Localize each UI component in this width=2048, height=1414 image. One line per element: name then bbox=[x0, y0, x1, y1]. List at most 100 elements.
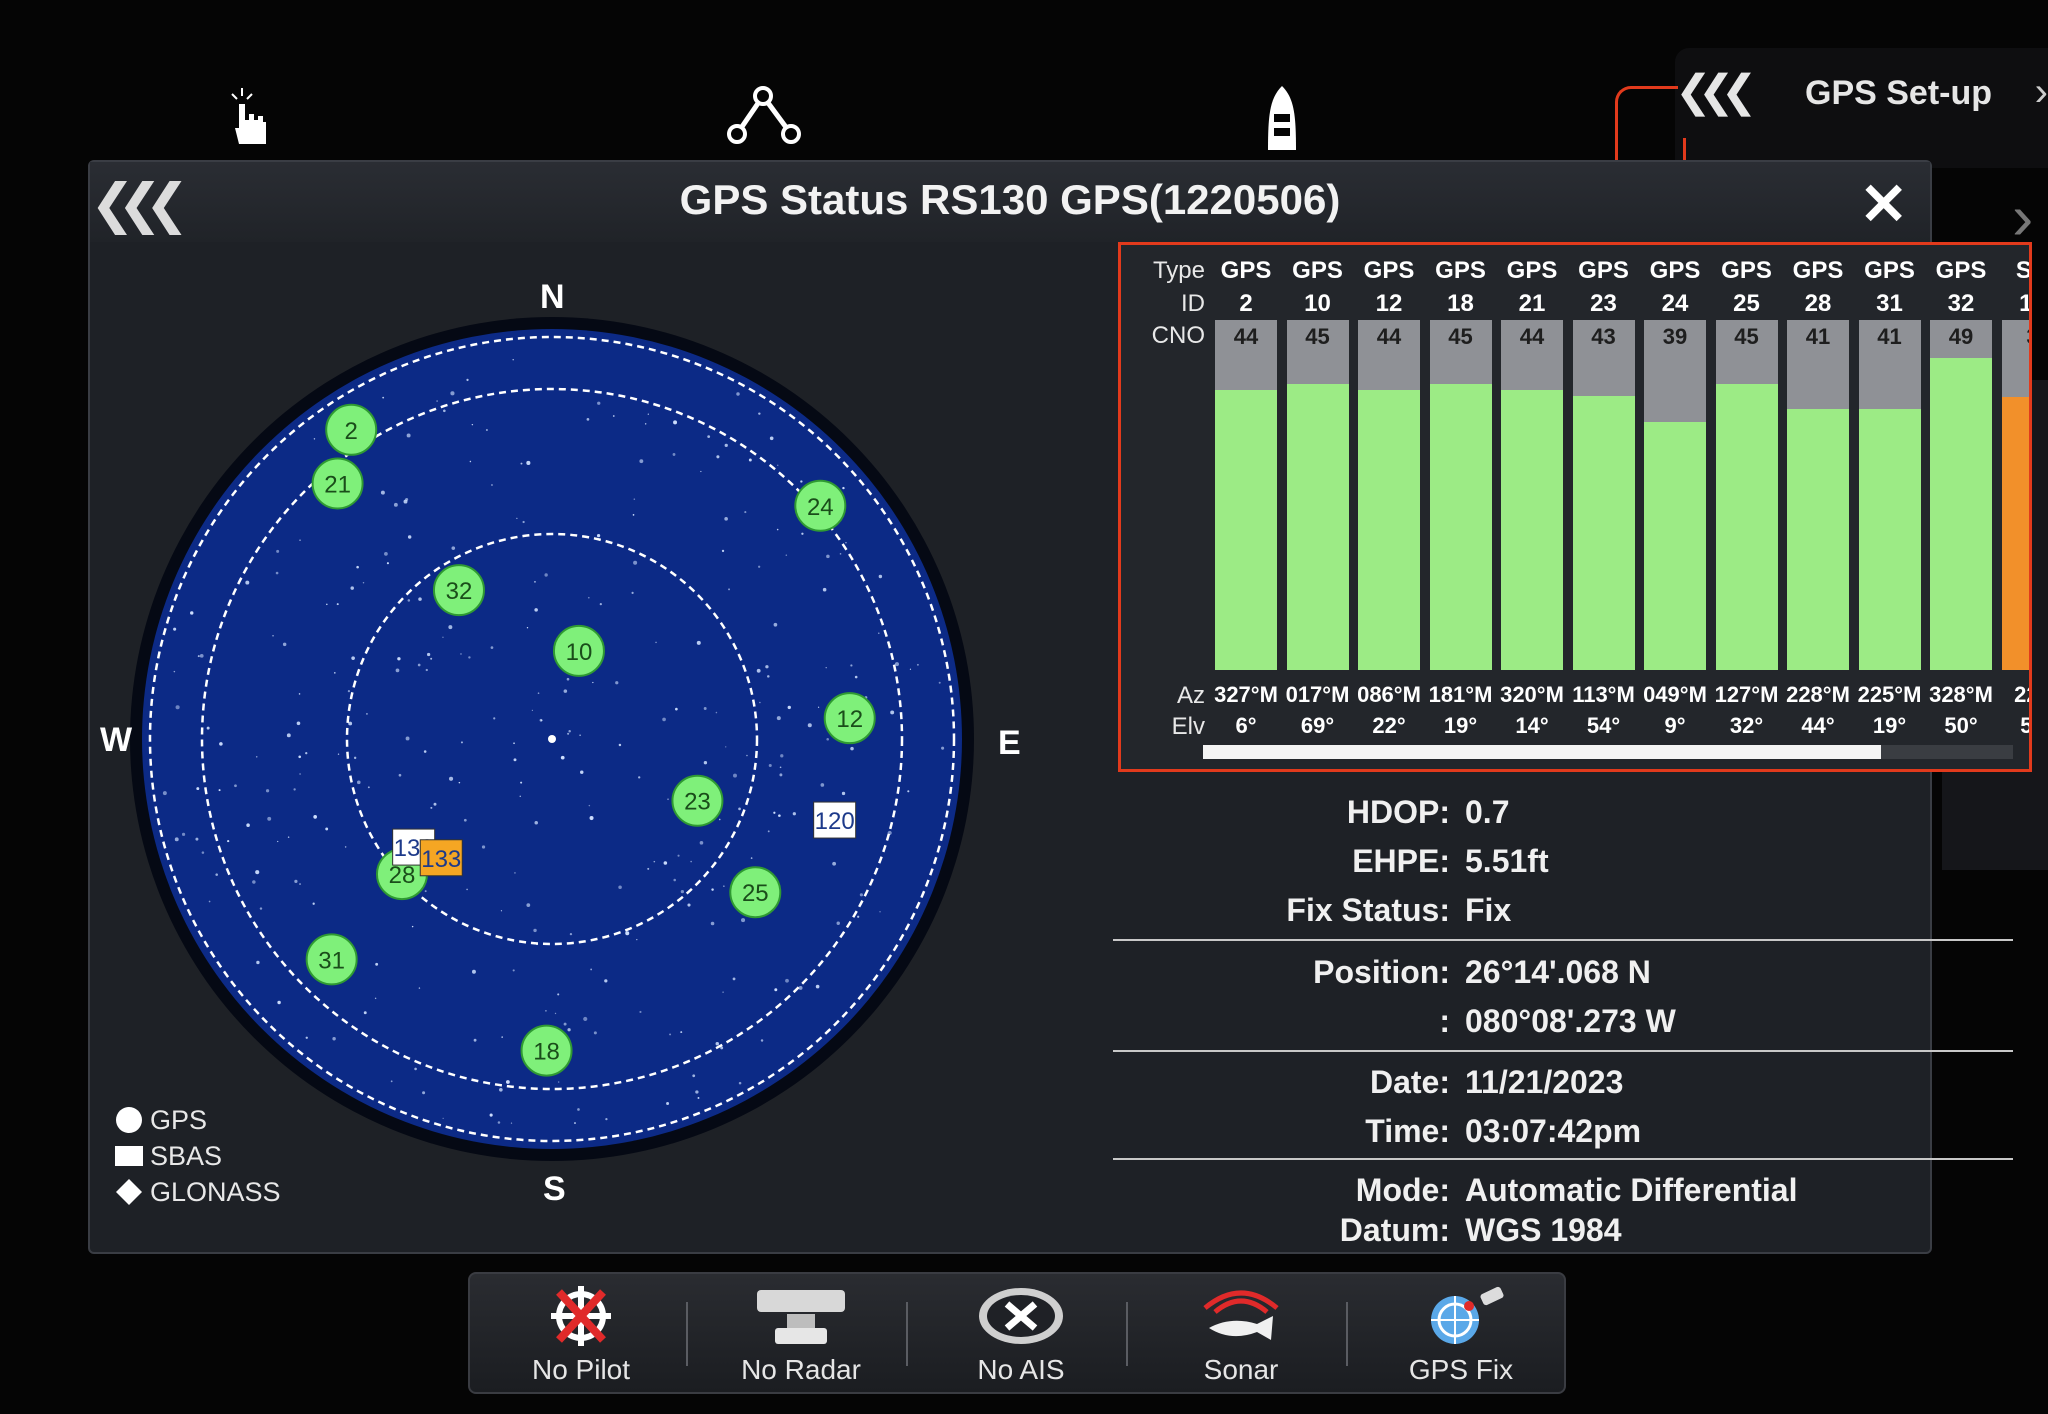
satellite-25[interactable]: 25 bbox=[729, 866, 782, 919]
sonar-button[interactable]: Sonar bbox=[1136, 1274, 1346, 1392]
star-dot bbox=[655, 641, 657, 644]
satellite-120[interactable]: 120 bbox=[813, 801, 857, 839]
star-dot bbox=[832, 861, 837, 866]
star-dot bbox=[471, 423, 474, 426]
star-dot bbox=[305, 752, 308, 755]
star-dot bbox=[596, 534, 601, 538]
satellite-24[interactable]: 24 bbox=[794, 479, 847, 532]
star-dot bbox=[859, 893, 863, 897]
star-dot bbox=[618, 743, 622, 747]
star-dot bbox=[245, 580, 250, 585]
azimuth-value: 017°M bbox=[1285, 682, 1350, 707]
satellite-12[interactable]: 12 bbox=[823, 692, 876, 745]
horizontal-scrollbar[interactable] bbox=[1203, 745, 2013, 759]
ehpe-row: EHPE: 5.51ft bbox=[1110, 843, 2010, 889]
star-dot bbox=[471, 969, 476, 974]
satellite-18[interactable]: 18 bbox=[520, 1024, 573, 1077]
ehpe-value: 5.51ft bbox=[1465, 843, 1549, 879]
satellite-23[interactable]: 23 bbox=[671, 774, 724, 827]
star-dot bbox=[560, 755, 565, 760]
star-dot bbox=[332, 1037, 336, 1041]
satellite-31[interactable]: 31 bbox=[305, 933, 358, 986]
star-dot bbox=[703, 707, 707, 710]
gps-setup-tab[interactable]: ❮❮❮ GPS Set-up › bbox=[1675, 48, 2048, 168]
divider bbox=[1113, 1050, 2013, 1052]
star-dot bbox=[779, 773, 783, 777]
star-dot bbox=[690, 860, 692, 863]
satellite-2[interactable]: 2 bbox=[325, 403, 378, 456]
chevron-right-icon[interactable]: › bbox=[2035, 70, 2048, 115]
star-dot bbox=[466, 888, 468, 891]
cno-value: 41 bbox=[1877, 324, 1902, 349]
close-icon[interactable]: ✕ bbox=[1859, 170, 1908, 238]
boat-icon[interactable] bbox=[1266, 84, 1298, 154]
star-dot bbox=[265, 789, 270, 793]
no-ais-button[interactable]: No AIS bbox=[916, 1274, 1126, 1392]
star-dot bbox=[767, 675, 770, 678]
star-dot bbox=[728, 588, 731, 591]
star-dot bbox=[430, 657, 433, 660]
satellite-id-label: 25 bbox=[742, 880, 769, 907]
star-dot bbox=[758, 565, 761, 568]
gps-fix-button[interactable]: GPS Fix bbox=[1356, 1274, 1566, 1392]
star-dot bbox=[736, 392, 740, 396]
star-dot bbox=[424, 890, 427, 893]
star-dot bbox=[500, 910, 503, 912]
time-value: 03:07:42pm bbox=[1465, 1113, 1642, 1149]
signal-strength-panel[interactable]: Type ID CNO Az Elv GPS 2 44 327°M 6° GPS 10 45 0… bbox=[1118, 242, 2032, 772]
elevation-value: 9° bbox=[1664, 713, 1686, 738]
star-dot bbox=[382, 396, 385, 399]
satellite-21[interactable]: 21 bbox=[311, 457, 364, 510]
star-dot bbox=[522, 520, 525, 524]
hdop-label: HDOP: bbox=[1346, 794, 1450, 830]
star-dot bbox=[710, 921, 715, 926]
elv-row-label: Elv bbox=[1171, 713, 1205, 740]
waypoint-route-icon[interactable] bbox=[725, 84, 805, 144]
star-dot bbox=[208, 900, 211, 903]
azimuth-value: 113°M bbox=[1572, 682, 1635, 707]
window-title: GPS Status RS130 GPS(1220506) bbox=[679, 176, 1341, 223]
star-dot bbox=[625, 931, 630, 936]
star-dot bbox=[489, 1113, 493, 1117]
star-dot bbox=[512, 359, 514, 361]
red-indicator-line bbox=[1615, 86, 1678, 169]
star-dot bbox=[854, 675, 858, 679]
star-dot bbox=[586, 417, 590, 421]
star-dot bbox=[663, 861, 668, 865]
satellite-type: GPS bbox=[1292, 257, 1343, 284]
star-dot bbox=[647, 413, 649, 415]
star-dot bbox=[427, 652, 431, 657]
star-dot bbox=[366, 713, 368, 715]
star-dot bbox=[776, 716, 781, 721]
star-dot bbox=[715, 1041, 719, 1046]
star-dot bbox=[398, 773, 402, 777]
star-dot bbox=[776, 464, 779, 467]
setup-tab-label: GPS Set-up bbox=[1805, 74, 1993, 112]
star-dot bbox=[716, 455, 720, 459]
star-dot bbox=[417, 663, 421, 667]
star-dot bbox=[588, 804, 591, 807]
signal-bar-fill bbox=[1787, 409, 1849, 670]
legend-gps: GPS bbox=[114, 1102, 281, 1138]
star-dot bbox=[395, 668, 400, 673]
star-dot bbox=[255, 756, 258, 758]
date-label: Date: bbox=[1369, 1064, 1450, 1100]
star-dot bbox=[256, 960, 260, 965]
satellite-10[interactable]: 10 bbox=[552, 624, 605, 677]
no-radar-button[interactable]: No Radar bbox=[696, 1274, 906, 1392]
scrollbar-thumb[interactable] bbox=[1203, 745, 1881, 759]
no-pilot-button[interactable]: No Pilot bbox=[476, 1274, 686, 1392]
satellite-133[interactable]: 133 bbox=[419, 839, 463, 877]
back-chevrons-icon[interactable]: ❮❮❮ bbox=[1675, 66, 1758, 117]
signal-bar-fill bbox=[1858, 409, 1921, 670]
cno-value: 44 bbox=[1233, 324, 1259, 349]
cno-value: 44 bbox=[1376, 324, 1402, 349]
star-dot bbox=[296, 721, 301, 726]
signal-bar-fill bbox=[1286, 383, 1349, 670]
satellite-32[interactable]: 32 bbox=[432, 564, 485, 617]
ehpe-label: EHPE: bbox=[1352, 843, 1450, 879]
hdop-row: HDOP: 0.7 bbox=[1110, 794, 2010, 840]
star-dot bbox=[695, 1090, 699, 1094]
touch-icon[interactable] bbox=[228, 86, 274, 146]
star-dot bbox=[411, 925, 414, 928]
